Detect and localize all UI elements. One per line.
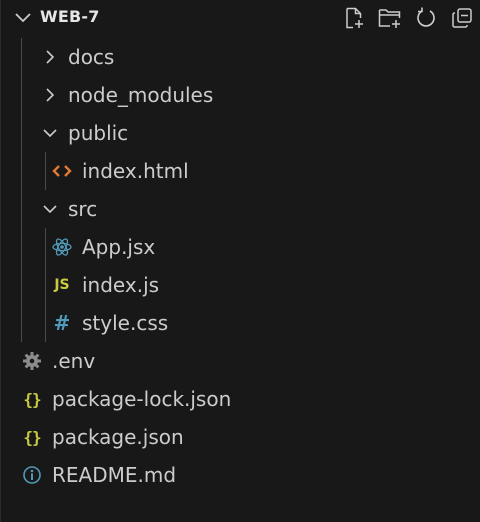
indent-guide (45, 228, 46, 266)
chevron-down-icon[interactable] (39, 122, 61, 144)
explorer-header[interactable]: WEB-7 (1, 0, 480, 36)
tree-item-index-html[interactable]: index.html (1, 152, 480, 190)
refresh-icon (417, 7, 435, 27)
chevron-right-icon[interactable] (39, 46, 61, 68)
indent-guide (21, 38, 22, 76)
tree-item-node-modules[interactable]: node_modules (1, 76, 480, 114)
js-file-icon: JS (54, 277, 70, 293)
indent-guide (21, 266, 22, 304)
tree-item-label: node_modules (68, 83, 214, 107)
tree-item-label: package-lock.json (52, 387, 232, 411)
indent-guide (45, 152, 46, 190)
indent-guide (21, 152, 22, 190)
tree-item-src[interactable]: src (1, 190, 480, 228)
collapse-all-icon (452, 8, 472, 28)
file-tree: docs node_modules public index.html src … (1, 38, 480, 494)
tree-item-label: src (68, 197, 98, 221)
indent-guide (21, 304, 22, 342)
tree-item-style-css[interactable]: # style.css (1, 304, 480, 342)
indent-guide (45, 304, 46, 342)
css-file-icon: # (53, 311, 71, 335)
tree-item-label: style.css (82, 311, 169, 335)
new-file-button[interactable] (339, 4, 369, 32)
tree-item-public[interactable]: public (1, 114, 480, 152)
tree-item-label: public (68, 121, 129, 145)
new-folder-icon (378, 9, 401, 28)
tree-item-label: App.jsx (82, 235, 156, 259)
info-icon (23, 466, 41, 484)
chevron-right-icon[interactable] (39, 84, 61, 106)
header-actions (333, 4, 477, 32)
refresh-button[interactable] (411, 4, 441, 32)
json-file-icon: {} (23, 427, 41, 447)
tree-item-env[interactable]: .env (1, 342, 480, 380)
indent-guide (45, 266, 46, 304)
indent-guide (21, 190, 22, 228)
json-file-icon: {} (23, 389, 41, 409)
tree-item-label: index.js (82, 273, 160, 297)
tree-item-package-lock-json[interactable]: {} package-lock.json (1, 380, 480, 418)
workspace-title: WEB-7 (40, 7, 100, 26)
tree-item-package-json[interactable]: {} package.json (1, 418, 480, 456)
collapse-all-button[interactable] (447, 4, 477, 32)
tree-item-index-js[interactable]: JS index.js (1, 266, 480, 304)
tree-item-label: .env (52, 349, 96, 373)
new-file-icon (346, 7, 363, 29)
indent-guide (21, 76, 22, 114)
gear-icon (23, 352, 41, 370)
tree-item-label: package.json (52, 425, 184, 449)
tree-item-label: index.html (82, 159, 189, 183)
tree-item-label: README.md (52, 463, 177, 487)
chevron-down-icon[interactable] (39, 198, 61, 220)
chevron-down-icon[interactable] (13, 10, 33, 26)
tree-item-label: docs (68, 45, 115, 69)
file-explorer: WEB-7 docs node_modules public index.htm… (0, 0, 480, 522)
react-icon (52, 238, 72, 256)
indent-guide (21, 114, 22, 152)
tree-item-docs[interactable]: docs (1, 38, 480, 76)
new-folder-button[interactable] (375, 4, 405, 32)
html-file-icon (52, 165, 72, 177)
indent-guide (21, 228, 22, 266)
tree-item-app-jsx[interactable]: App.jsx (1, 228, 480, 266)
tree-item-readme-md[interactable]: README.md (1, 456, 480, 494)
